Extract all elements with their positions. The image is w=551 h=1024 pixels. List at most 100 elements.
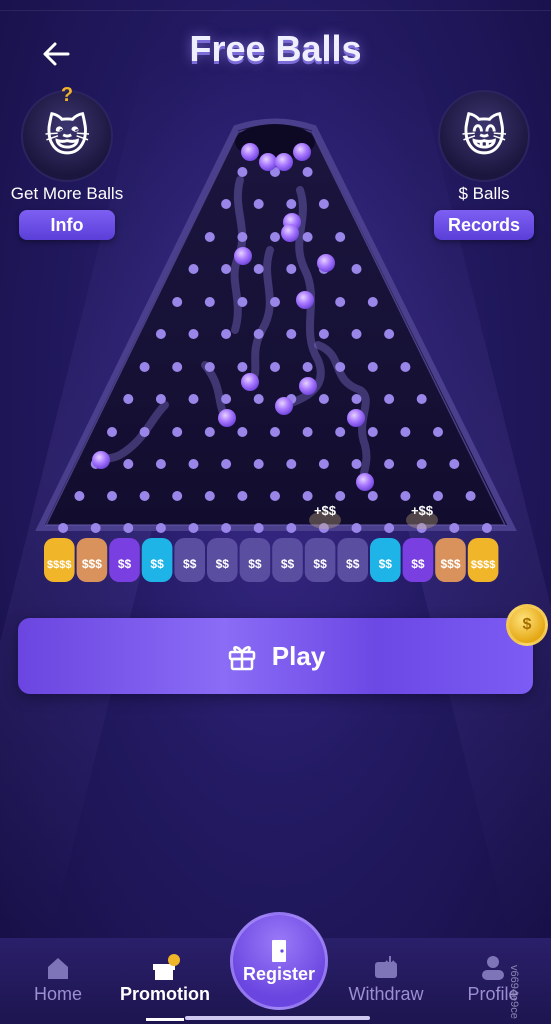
peg — [172, 491, 183, 501]
peg — [204, 491, 215, 501]
peg — [302, 232, 313, 242]
door-icon — [272, 939, 286, 962]
peg — [253, 459, 264, 469]
ball — [234, 247, 252, 265]
peg — [465, 491, 476, 501]
ball — [293, 143, 311, 161]
peg — [172, 427, 183, 437]
peg — [351, 394, 362, 404]
register-button[interactable]: Register — [230, 912, 328, 1010]
ball — [347, 409, 365, 427]
prize-bin-label: $$ — [313, 557, 327, 571]
peg — [107, 491, 117, 501]
peg — [302, 362, 313, 372]
ball — [92, 451, 110, 469]
ball — [317, 254, 335, 272]
peg — [335, 232, 346, 242]
nav-withdraw-label: Withdraw — [348, 984, 424, 1004]
play-button[interactable]: Play — [18, 618, 533, 694]
board-frame — [35, 118, 517, 531]
prize-bin-label: $$ — [183, 557, 197, 571]
peg — [221, 199, 232, 209]
peg — [188, 523, 199, 533]
peg — [270, 232, 280, 242]
peg — [172, 297, 183, 307]
nav-item-home[interactable]: Home — [8, 952, 108, 1005]
peg — [253, 394, 264, 404]
nav-item-promotion[interactable]: Promotion — [115, 952, 215, 1005]
peg — [318, 394, 329, 404]
peg — [286, 523, 297, 533]
ball — [299, 377, 317, 395]
gift-icon — [228, 646, 255, 671]
peg — [351, 459, 362, 469]
peg — [416, 394, 427, 404]
peg — [270, 362, 280, 372]
prize-bin-label: $$$ — [440, 557, 460, 571]
peg — [172, 362, 183, 372]
prize-bin-label: $$ — [118, 557, 132, 571]
nav-promotion-label: Promotion — [120, 984, 210, 1004]
home-indicator — [185, 1016, 370, 1020]
peg — [204, 427, 215, 437]
peg — [384, 523, 395, 533]
peg — [155, 523, 166, 533]
peg — [237, 491, 248, 501]
peg — [270, 491, 280, 501]
bonus-label: +$$ — [314, 503, 337, 518]
ball — [275, 397, 293, 415]
peg — [302, 167, 313, 177]
peg — [123, 459, 134, 469]
prize-bin-label: $$ — [216, 557, 230, 571]
peg — [123, 523, 134, 533]
peg — [123, 394, 134, 404]
peg — [400, 491, 411, 501]
peg — [384, 394, 395, 404]
peg — [155, 459, 166, 469]
nav-profile-label: Profile — [467, 984, 519, 1004]
ball — [218, 409, 236, 427]
prize-bins: $$$$ $$$ $$ $$ $$ $$ $$ $$ $$ $$ $$ $$ $$$ $$$$ — [44, 538, 499, 582]
peg — [155, 394, 166, 404]
ball — [259, 153, 277, 171]
prize-bin-label: $$$$ — [47, 559, 71, 571]
nav-item-withdraw[interactable]: Withdraw — [336, 952, 436, 1005]
peg — [188, 329, 199, 339]
peg — [384, 459, 395, 469]
ball — [241, 143, 259, 161]
peg — [318, 329, 329, 339]
home-icon — [48, 958, 68, 979]
peg — [155, 329, 166, 339]
peg — [139, 362, 150, 372]
peg — [221, 264, 232, 274]
peg — [221, 394, 232, 404]
gift-icon — [153, 954, 180, 980]
peg — [253, 199, 264, 209]
version-watermark: v6694e9ce — [508, 965, 520, 1019]
peg — [318, 199, 329, 209]
peg — [253, 523, 264, 533]
active-tab-indicator — [146, 1018, 184, 1021]
peg — [90, 523, 101, 533]
peg — [237, 427, 248, 437]
wallet-icon — [375, 956, 397, 978]
prize-bin-label: $$ — [346, 557, 360, 571]
ball — [281, 224, 299, 242]
peg — [400, 362, 411, 372]
peg — [286, 199, 297, 209]
peg — [270, 297, 280, 307]
peg — [351, 523, 362, 533]
peg — [449, 459, 460, 469]
peg — [335, 427, 346, 437]
prize-bin-label: $$ — [150, 557, 164, 571]
peg — [384, 329, 395, 339]
peg — [367, 427, 378, 437]
nav-item-profile[interactable]: Profile — [443, 952, 543, 1005]
prize-bin-label: $$$ — [82, 557, 102, 571]
peg — [351, 329, 362, 339]
peg — [237, 362, 248, 372]
play-label: Play — [271, 640, 326, 671]
ball — [296, 291, 314, 309]
register-label: Register — [242, 963, 316, 984]
peg — [204, 232, 215, 242]
